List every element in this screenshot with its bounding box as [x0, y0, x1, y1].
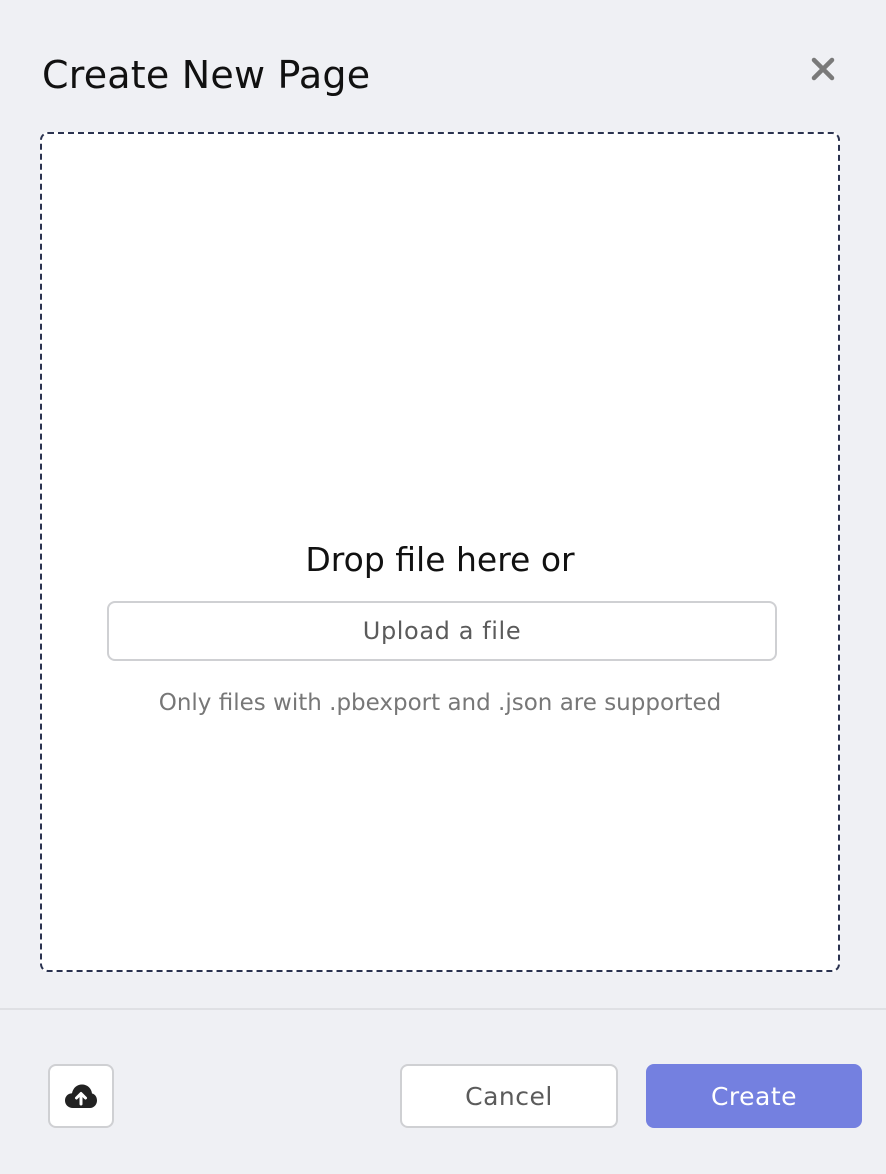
close-icon	[811, 57, 835, 81]
cancel-button[interactable]: Cancel	[400, 1064, 618, 1128]
create-page-dialog: Create New Page Drop file here or Upload…	[0, 0, 886, 1174]
upload-file-button[interactable]: Upload a file	[107, 601, 777, 661]
drop-prompt: Drop file here or	[305, 540, 575, 579]
create-button[interactable]: Create	[646, 1064, 862, 1128]
footer-divider	[0, 1008, 886, 1010]
dialog-title: Create New Page	[42, 53, 371, 97]
cloud-upload-icon	[65, 1084, 97, 1108]
supported-files-hint: Only files with .pbexport and .json are …	[158, 690, 722, 716]
close-button[interactable]	[804, 50, 842, 88]
file-dropzone[interactable]: Drop file here or Upload a file Only fil…	[40, 132, 840, 972]
upload-cloud-button[interactable]	[48, 1064, 114, 1128]
